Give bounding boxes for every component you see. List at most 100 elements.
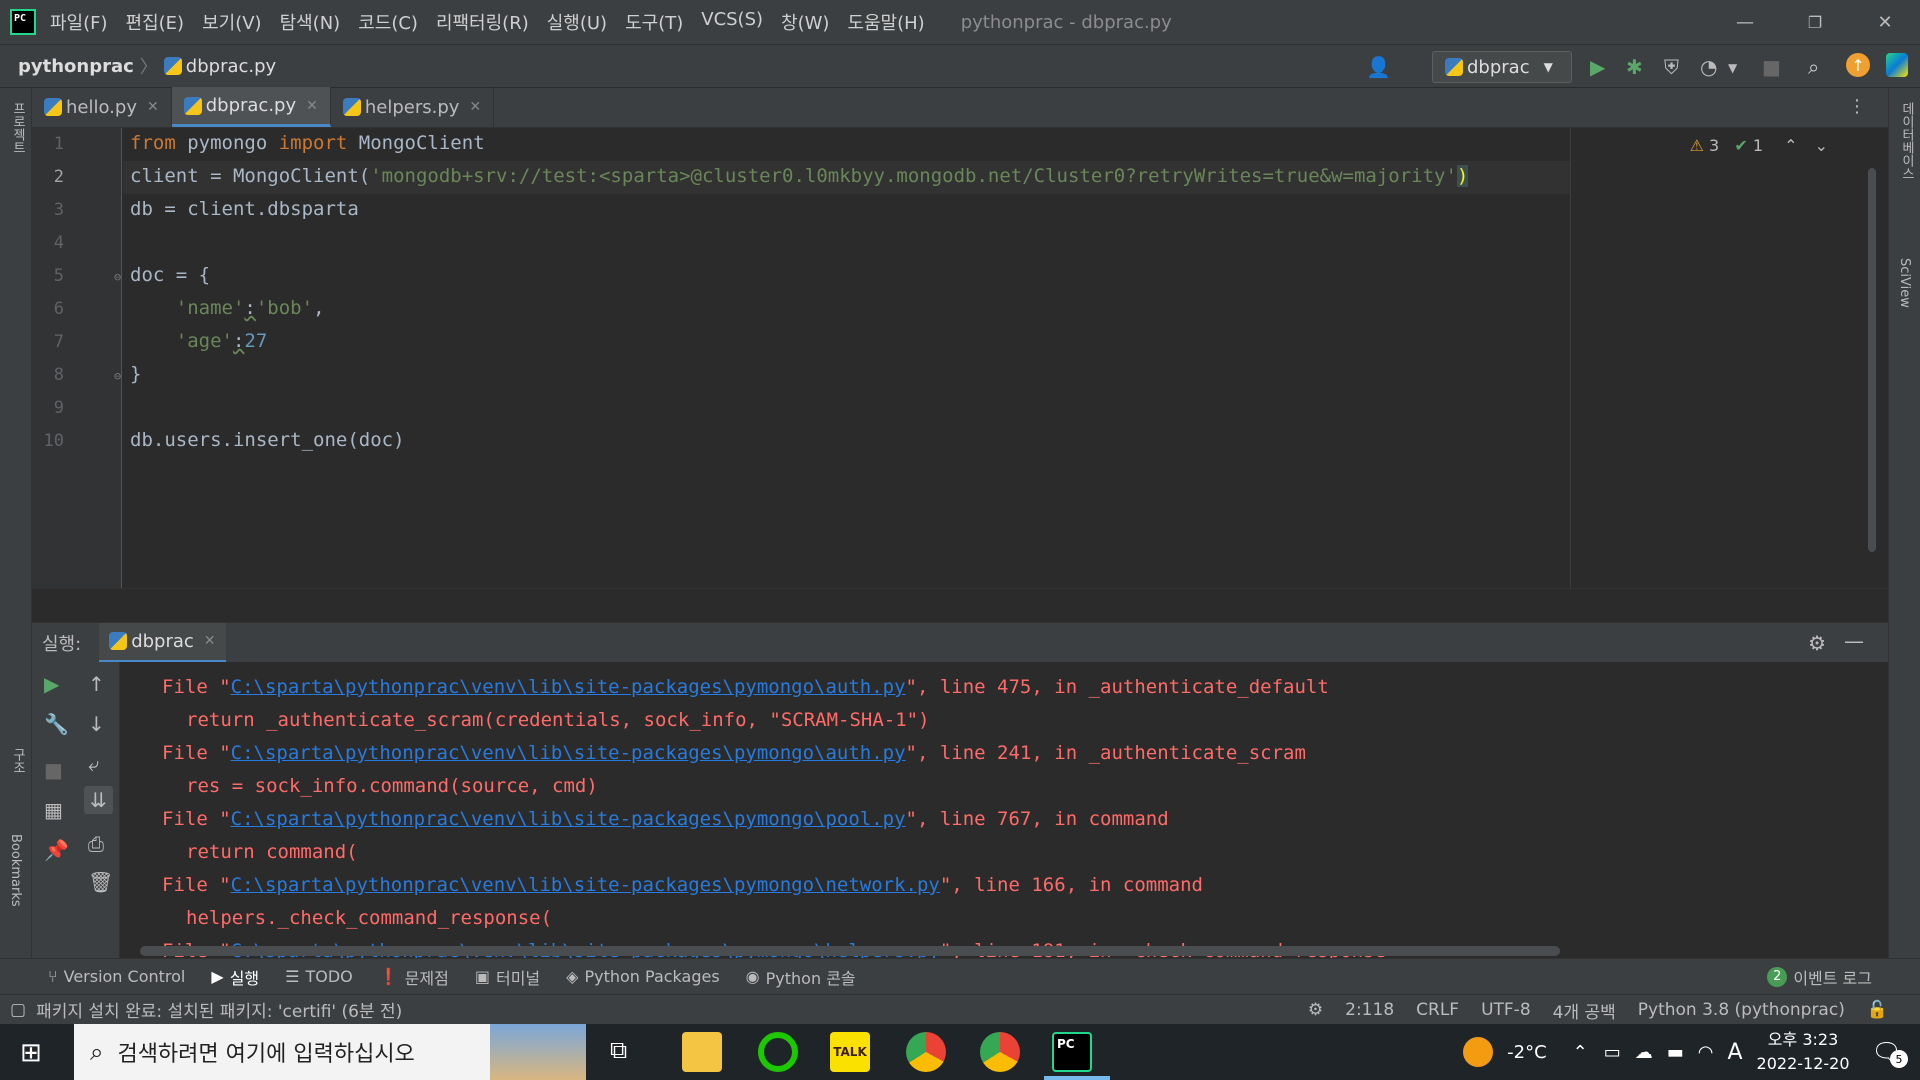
database-tool-button[interactable]: 데이터베이스 <box>1897 102 1916 180</box>
task-view-icon[interactable]: ⧉ <box>610 1036 627 1064</box>
windows-start-icon[interactable]: ⊞ <box>20 1038 42 1068</box>
weather-sun-icon[interactable] <box>1463 1037 1494 1067</box>
fold-icon[interactable]: ⊖ <box>114 369 121 383</box>
panel-toggle-icon[interactable]: ▢ <box>10 1000 26 1020</box>
bookmarks-tool-button[interactable]: Bookmarks <box>8 834 23 907</box>
fold-icon[interactable]: ⊖ <box>114 270 121 284</box>
battery-icon[interactable]: ▬ <box>1667 1042 1684 1063</box>
weather-temp[interactable]: -2°C <box>1507 1042 1547 1063</box>
user-icon[interactable]: 👤 <box>1366 55 1391 79</box>
menu-item[interactable]: 탐색(N) <box>280 9 341 35</box>
chevron-down-icon[interactable]: ⌄ <box>1815 136 1828 155</box>
tab-terminal[interactable]: ▣ 터미널 <box>475 965 540 989</box>
hide-panel-icon[interactable]: — <box>1844 629 1864 653</box>
tab-hello[interactable]: hello.py ✕ <box>32 87 172 127</box>
close-icon[interactable]: ✕ <box>306 98 318 114</box>
soft-wrap-icon[interactable]: ⤶ <box>88 752 99 776</box>
status-message[interactable]: 패키지 설치 완료: 설치된 패키지: 'certifi' (6분 전) <box>36 997 402 1022</box>
more-tabs-icon[interactable]: ⋮ <box>1848 96 1866 117</box>
close-icon[interactable]: ✕ <box>469 99 481 115</box>
coverage-icon[interactable]: ⛨ <box>1664 55 1679 79</box>
tab-problems[interactable]: ❗ 문제점 <box>379 965 449 989</box>
caret-position[interactable]: 2:118 <box>1345 1000 1394 1020</box>
menu-item[interactable]: 창(W) <box>781 9 829 35</box>
traceback-link[interactable]: C:\sparta\pythonprac\venv\lib\site-packa… <box>231 676 906 698</box>
tab-dbprac[interactable]: dbprac.py ✕ <box>171 87 331 127</box>
menu-item[interactable]: 도움말(H) <box>847 9 924 35</box>
minimize-button[interactable]: — <box>1710 0 1780 44</box>
close-icon[interactable]: ✕ <box>204 633 216 649</box>
code-editor[interactable]: 1 2 3 4 5 6 7 8 9 10 ⊖ ⊖ from pymongo im… <box>32 128 1888 588</box>
menu-item[interactable]: VCS(S) <box>701 9 763 35</box>
trash-icon[interactable]: 🗑 <box>88 870 113 894</box>
update-icon[interactable]: ↑ <box>1846 53 1870 77</box>
interpreter[interactable]: Python 3.8 (pythonprac) <box>1638 1000 1845 1020</box>
chevron-up-icon[interactable]: ⌃ <box>1784 136 1797 155</box>
layout-icon[interactable]: ▦ <box>44 798 63 822</box>
menu-item[interactable]: 파일(F) <box>50 9 108 35</box>
traceback-link[interactable]: C:\sparta\pythonprac\venv\lib\site-packa… <box>231 874 940 896</box>
search-icon[interactable]: ⌕ <box>1808 55 1819 79</box>
notification-center-icon[interactable]: 🗨 5 <box>1872 1038 1908 1068</box>
arrow-up-icon[interactable]: ↑ <box>88 672 105 696</box>
settings-gear-icon[interactable]: ⚙ <box>1808 631 1826 655</box>
indexing-icon[interactable]: ⚙ <box>1308 1000 1323 1020</box>
kakaotalk-icon[interactable]: TALK <box>830 1032 870 1072</box>
file-encoding[interactable]: UTF-8 <box>1481 1000 1531 1020</box>
run-console[interactable]: File "C:\sparta\pythonprac\venv\lib\site… <box>120 662 1888 958</box>
project-tool-button[interactable]: 프로젝트 <box>8 102 27 154</box>
pycharm-taskbar-icon[interactable]: PC <box>1052 1032 1092 1072</box>
run-config-dropdown[interactable]: dbprac ▼ <box>1432 51 1572 83</box>
ime-indicator[interactable]: A <box>1727 1040 1742 1065</box>
menu-item[interactable]: 리팩터링(R) <box>436 9 529 35</box>
menu-item[interactable]: 도구(T) <box>625 9 683 35</box>
editor-panel-separator[interactable] <box>32 588 1888 622</box>
stop-icon[interactable]: ■ <box>44 758 63 782</box>
menu-item[interactable]: 실행(U) <box>547 9 607 35</box>
menu-item[interactable]: 코드(C) <box>358 9 418 35</box>
profile-icon[interactable]: ◔ <box>1700 55 1717 79</box>
structure-tool-button[interactable]: 구조 <box>8 748 27 774</box>
inspection-widget[interactable]: ⚠ 3 ✔ 1 ⌃ ⌄ <box>1690 136 1828 155</box>
meeting-icon[interactable]: ▭ <box>1604 1042 1621 1063</box>
breadcrumb-project[interactable]: pythonprac <box>18 56 134 77</box>
traceback-link[interactable]: C:\sparta\pythonprac\venv\lib\site-packa… <box>231 808 906 830</box>
event-log-button[interactable]: 2 이벤트 로그 <box>1767 965 1872 989</box>
lock-icon[interactable]: 🔓 <box>1867 1000 1888 1020</box>
file-explorer-icon[interactable] <box>682 1032 722 1072</box>
onedrive-icon[interactable]: ☁ <box>1635 1042 1653 1063</box>
console-horizontal-scrollbar[interactable] <box>140 946 1560 956</box>
tab-python-console[interactable]: ◉ Python 콘솔 <box>746 965 856 989</box>
naver-whale-icon[interactable] <box>758 1032 798 1072</box>
tab-version-control[interactable]: ⑂ Version Control <box>48 967 185 986</box>
tab-python-packages[interactable]: ◈ Python Packages <box>566 967 720 986</box>
clock[interactable]: 오후 3:23 2022-12-20 <box>1757 1028 1850 1076</box>
close-icon[interactable]: ✕ <box>147 99 159 115</box>
debug-icon[interactable]: ✱ <box>1626 55 1643 79</box>
indent-setting[interactable]: 4개 공백 <box>1553 998 1616 1023</box>
print-icon[interactable]: ⎙ <box>88 832 104 856</box>
breadcrumb-file[interactable]: dbprac.py <box>186 56 276 77</box>
profile-chevron-icon[interactable]: ▼ <box>1728 61 1737 75</box>
tab-helpers[interactable]: helpers.py ✕ <box>331 87 495 127</box>
menu-item[interactable]: 편집(E) <box>126 9 185 35</box>
arrow-down-icon[interactable]: ↓ <box>88 712 105 736</box>
chrome-profile-icon[interactable] <box>980 1032 1020 1072</box>
run-tab-dbprac[interactable]: dbprac ✕ <box>99 622 226 663</box>
wrench-icon[interactable]: 🔧 <box>44 712 69 736</box>
menu-item[interactable]: 보기(V) <box>202 9 261 35</box>
sciview-tool-button[interactable]: SciView <box>1897 258 1912 308</box>
tray-chevron-up-icon[interactable]: ⌃ <box>1573 1042 1588 1063</box>
chrome-icon[interactable] <box>906 1032 946 1072</box>
restore-button[interactable]: ❐ <box>1780 0 1850 44</box>
jetbrains-toolbox-icon[interactable] <box>1886 53 1908 77</box>
traceback-link[interactable]: C:\sparta\pythonprac\venv\lib\site-packa… <box>231 742 906 764</box>
line-separator[interactable]: CRLF <box>1416 1000 1459 1020</box>
wifi-icon[interactable]: ◠ <box>1698 1042 1714 1063</box>
pin-icon[interactable]: 📌 <box>44 838 69 862</box>
rerun-icon[interactable]: ▶ <box>44 672 59 696</box>
scroll-to-end-icon[interactable]: ⇊ <box>84 786 113 814</box>
tab-run[interactable]: ▶ 실행 <box>211 965 259 989</box>
taskbar-search[interactable]: ⌕ 검색하려면 여기에 입력하십시오 <box>74 1024 586 1080</box>
tab-todo[interactable]: ☰ TODO <box>285 967 353 986</box>
